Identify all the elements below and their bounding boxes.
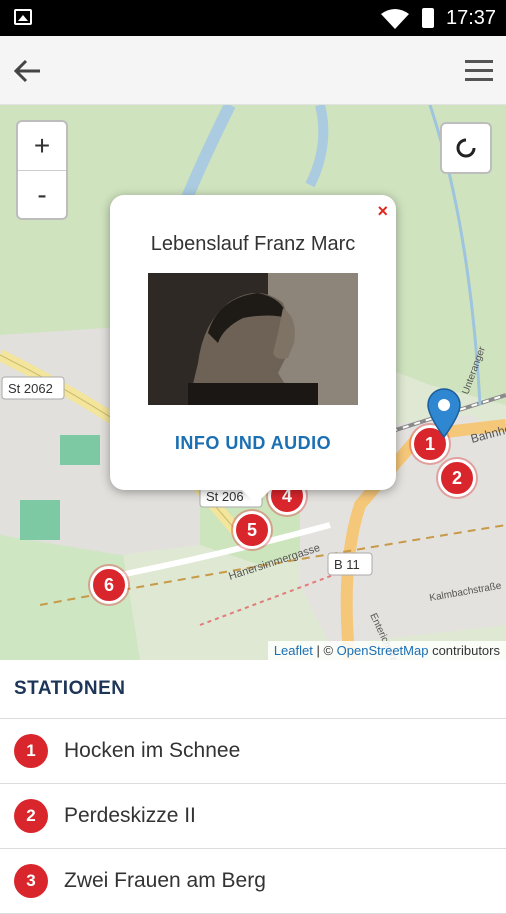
list-item[interactable]: 3 Zwei Frauen am Berg [0, 849, 506, 914]
road-label: B 11 [334, 557, 360, 572]
station-label: Hocken im Schnee [64, 739, 241, 762]
station-label: Perdeskizze II [64, 804, 196, 827]
station-number-badge: 2 [14, 799, 48, 833]
list-item[interactable]: 2 Perdeskizze II [0, 784, 506, 849]
station-marker-6[interactable]: 6 [90, 566, 128, 604]
zoom-control: + - [16, 120, 68, 220]
road-label: St 2062 [8, 381, 53, 396]
zoom-out-button[interactable]: - [18, 170, 66, 219]
image-icon [14, 9, 32, 25]
app-bar [0, 36, 506, 105]
clock: 17:37 [446, 7, 497, 29]
station-number-badge: 3 [14, 864, 48, 898]
stations-list: STATIONEN 1 Hocken im Schnee 2 Perdeskiz… [0, 660, 506, 914]
popup-title: Lebenslauf Franz Marc [150, 233, 356, 255]
station-popup: × Lebenslauf Franz Marc INFO UND AUDIO [110, 195, 396, 504]
attribution-separator: | © [312, 643, 337, 658]
hamburger-menu-icon[interactable] [464, 58, 494, 84]
osm-link[interactable]: OpenStreetMap [337, 643, 429, 658]
station-marker-2[interactable]: 2 [438, 459, 476, 497]
station-label: Zwei Frauen am Berg [64, 869, 266, 892]
battery-icon [422, 8, 434, 28]
station-marker-5[interactable]: 5 [233, 511, 271, 549]
info-audio-link[interactable]: INFO UND AUDIO [110, 433, 396, 454]
list-item[interactable]: 1 Hocken im Schnee [0, 719, 506, 784]
arrow-left-icon[interactable] [10, 54, 44, 88]
road-label: St 206 [206, 489, 244, 504]
station-number-badge: 1 [14, 734, 48, 768]
reload-button[interactable] [440, 122, 492, 174]
location-pin-icon[interactable] [426, 388, 462, 438]
status-bar: 17:37 [0, 0, 506, 36]
zoom-in-button[interactable]: + [18, 122, 66, 170]
close-icon[interactable]: × [377, 201, 388, 222]
attribution-suffix: contributors [428, 643, 500, 658]
portrait-image [148, 273, 358, 405]
wifi-icon [381, 9, 409, 29]
refresh-icon [456, 138, 476, 158]
stations-heading: STATIONEN [0, 660, 506, 719]
map-attribution: Leaflet | © OpenStreetMap contributors [267, 641, 506, 660]
leaflet-link[interactable]: Leaflet [274, 643, 313, 658]
